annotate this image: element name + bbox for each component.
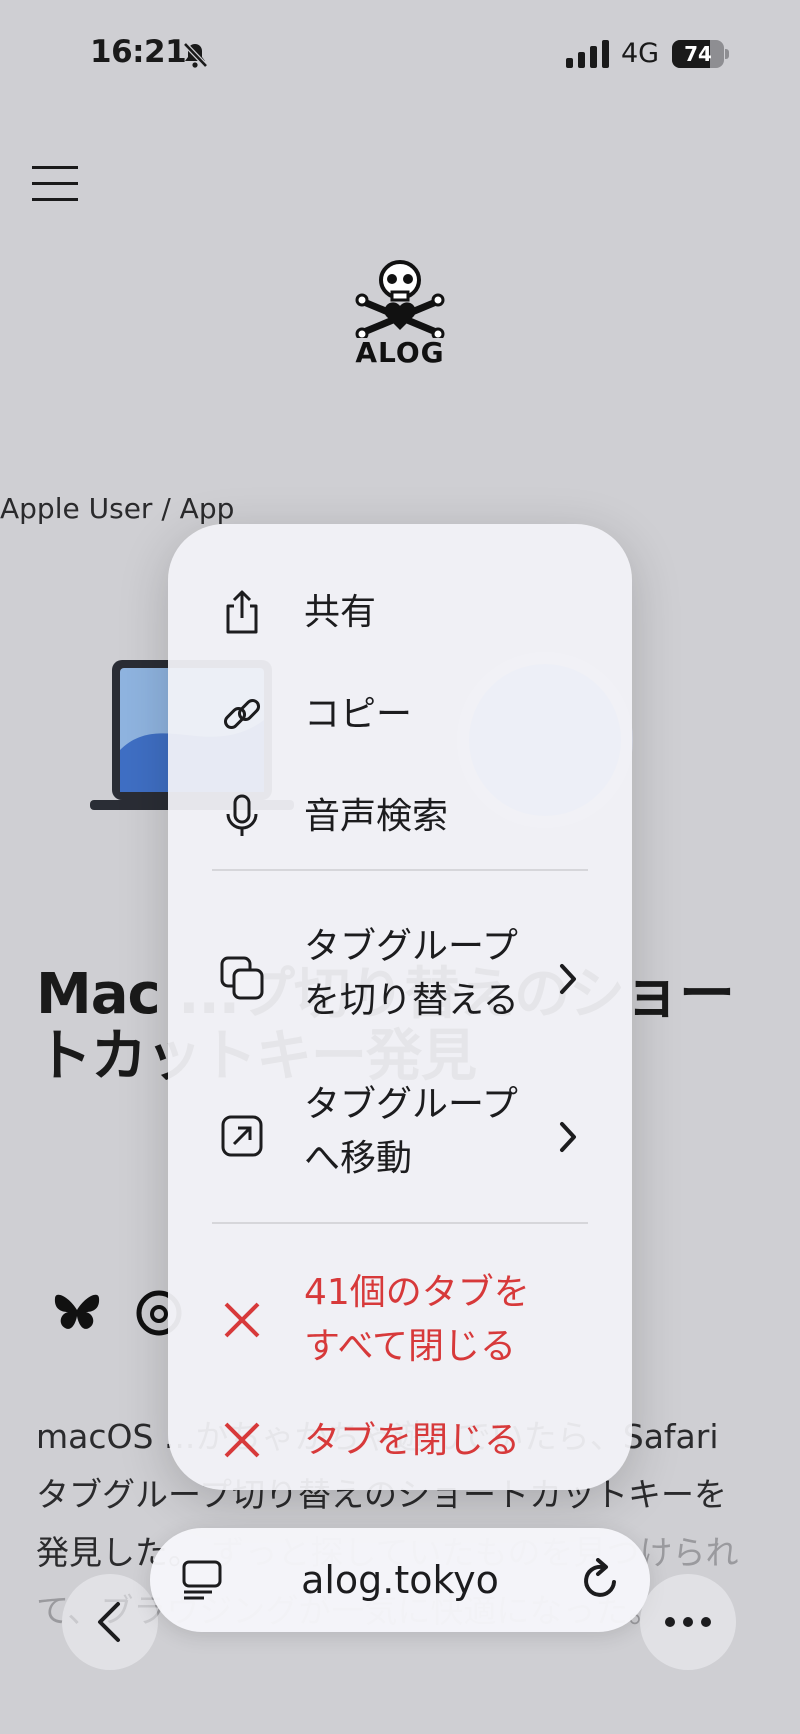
menu-item-label-line2: を切り替える — [304, 980, 519, 1021]
menu-item-close-tab[interactable]: タブを閉じる — [168, 1396, 632, 1486]
menu-separator — [212, 869, 588, 871]
move-to-icon — [221, 1115, 263, 1157]
bell-slash-icon — [183, 42, 208, 68]
menu-item-label: タブを閉じる — [304, 1420, 521, 1461]
bluesky-icon[interactable] — [52, 1290, 102, 1336]
logo-text: ALOG — [355, 336, 445, 369]
menu-item-label-line2: すべて閉じる — [304, 1326, 517, 1367]
ellipsis-icon — [665, 1617, 711, 1627]
microphone-icon — [226, 794, 258, 836]
menu-item-label: コピー — [304, 694, 413, 735]
menu-item-copy[interactable]: コピー — [168, 670, 632, 760]
menu-item-label-line1: タブグループ — [304, 1084, 518, 1125]
network-type: 4G — [621, 38, 660, 69]
menu-item-label: 共有 — [304, 592, 377, 633]
menu-separator — [212, 1222, 588, 1224]
battery-icon: 74 — [672, 40, 729, 68]
chevron-right-icon — [560, 1122, 576, 1152]
menu-item-label-line1: タブグループ — [304, 926, 518, 967]
reload-icon[interactable] — [578, 1558, 622, 1602]
battery-level: 74 — [684, 42, 712, 66]
menu-item-label-line2: へ移動 — [304, 1138, 413, 1179]
hamburger-menu-icon[interactable] — [32, 166, 78, 202]
site-logo[interactable]: ALOG — [350, 258, 450, 369]
tab-group-icon — [220, 956, 264, 1000]
close-icon — [224, 1302, 260, 1338]
menu-item-label: 音声検索 — [304, 796, 449, 837]
status-bar: 16:21 4G 74 — [0, 0, 800, 110]
tab-context-menu: 共有 コピー 音声検索 タブグループ を切り替える タブグループ へ移動 41個… — [168, 524, 632, 1490]
more-button[interactable] — [640, 1574, 736, 1670]
status-time: 16:21 — [90, 34, 187, 70]
share-icon — [226, 590, 258, 634]
chevron-left-icon — [98, 1602, 120, 1642]
back-button[interactable] — [62, 1574, 158, 1670]
link-icon — [223, 698, 261, 730]
breadcrumb[interactable]: Apple User / App — [0, 492, 234, 525]
cellular-signal-icon — [566, 40, 609, 68]
menu-item-switch-tab-group[interactable]: タブグループ を切り替える — [168, 910, 632, 1044]
menu-item-move-to-tab-group[interactable]: タブグループ へ移動 — [168, 1068, 632, 1202]
url-text: alog.tokyo — [301, 1558, 499, 1602]
menu-item-label-line1: 41個のタブを — [304, 1272, 530, 1313]
menu-item-share[interactable]: 共有 — [168, 568, 632, 658]
address-bar[interactable]: alog.tokyo — [150, 1528, 650, 1632]
skull-logo-icon — [355, 260, 445, 341]
close-icon — [224, 1422, 260, 1458]
menu-item-close-all-tabs[interactable]: 41個のタブを すべて閉じる — [168, 1254, 632, 1384]
menu-item-voice-search[interactable]: 音声検索 — [168, 772, 632, 862]
chevron-right-icon — [560, 964, 576, 994]
